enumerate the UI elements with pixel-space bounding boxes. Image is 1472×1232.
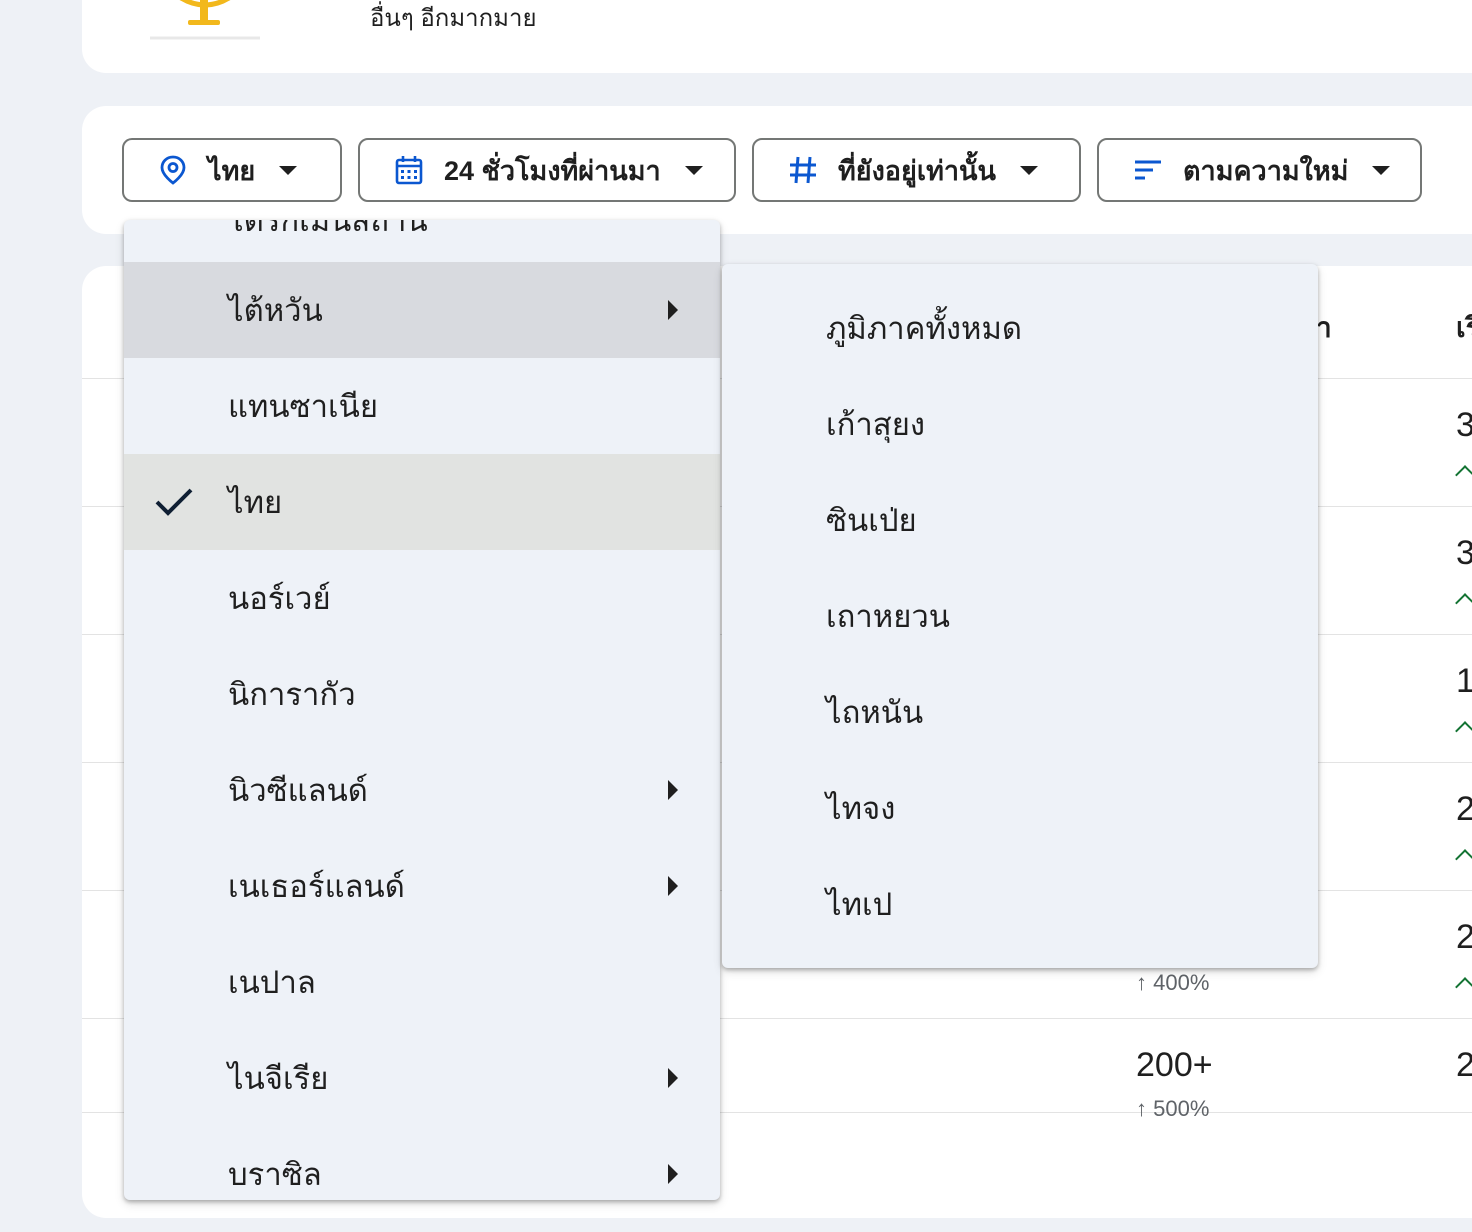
banner-text: อื่นๆ อีกมากมาย [370,5,537,32]
sort-icon [1133,155,1163,185]
trend-up-icon [1455,593,1472,613]
menu-item-brazil[interactable]: บราซิล [124,1126,720,1200]
globe-trophy-icon [150,0,260,40]
table-row-change: ↑ 500% [1136,1096,1210,1121]
chevron-down-icon [279,165,298,175]
submenu-arrow-icon [668,1068,678,1088]
time-filter-label: 24 ชั่วโมงที่ผ่านมา [444,155,661,186]
column-header-volume: า [1316,312,1332,343]
submenu-arrow-icon [668,300,678,320]
location-filter-chip[interactable]: ไทย [122,138,342,202]
trend-up-icon [1455,721,1472,741]
menu-item-label: เนเธอร์แลนด์ [228,869,405,904]
region-submenu: ภูมิภาคทั้งหมด เก้าสุยง ซินเป่ย เถาหยวน … [722,264,1318,968]
check-icon [155,488,193,516]
menu-item-new-zealand[interactable]: นิวซีแลนด์ [124,742,720,838]
location-menu: ไตรกิเมนิสถาน ไต้หวัน แทนซาเนีย ไทย นอร์… [124,220,720,1200]
trend-up-icon [1455,977,1472,997]
calendar-icon [394,155,424,185]
menu-item-label: ไตรกิเมนิสถาน [228,220,428,238]
menu-item-label: แทนซาเนีย [228,389,379,424]
trends-page: อื่นๆ อีกมากมาย ไทย 24 ชั่วโมงที่ผ่านมา [0,0,1472,1232]
submenu-item-label: ซินเป่ย [826,503,917,538]
menu-item-label: นิวซีแลนด์ [228,773,368,808]
submenu-arrow-icon [668,780,678,800]
table-row-started: 3 [1456,406,1472,444]
menu-item-label: ไต้หวัน [228,293,323,328]
status-filter-label: ที่ยังอยู่เท่านั้น [838,155,996,186]
submenu-item-label: ไทเป [826,887,893,922]
menu-item-partial[interactable]: ไตรกิเมนิสถาน [124,220,720,268]
status-filter-chip[interactable]: ที่ยังอยู่เท่านั้น [752,138,1081,202]
submenu-item-all-regions[interactable]: ภูมิภาคทั้งหมด [722,280,1318,376]
submenu-item-taoyuan[interactable]: เถาหยวน [722,568,1318,664]
banner-card [82,0,1472,73]
submenu-item-label: ไทจง [826,791,896,826]
menu-item-nepal[interactable]: เนปาล [124,934,720,1030]
sort-filter-label: ตามความใหม่ [1183,155,1349,186]
submenu-item-label: ภูมิภาคทั้งหมด [826,311,1023,346]
menu-item-netherlands[interactable]: เนเธอร์แลนด์ [124,838,720,934]
menu-item-label: ไนจีเรีย [228,1061,329,1096]
submenu-item-kaohsiung[interactable]: เก้าสุยง [722,376,1318,472]
menu-item-tanzania[interactable]: แทนซาเนีย [124,358,720,454]
table-row-started: 1 [1456,662,1472,700]
menu-item-nicaragua[interactable]: นิการากัว [124,646,720,742]
table-row-started: 2 [1456,790,1472,828]
menu-item-label: บราซิล [228,1157,322,1192]
menu-item-norway[interactable]: นอร์เวย์ [124,550,720,646]
menu-item-label: นิการากัว [228,677,356,712]
trend-up-icon [1455,849,1472,869]
column-header-started: เริ [1456,312,1472,343]
chevron-down-icon [1372,165,1391,175]
submenu-item-new-taipei[interactable]: ซินเป่ย [722,472,1318,568]
submenu-arrow-icon [668,1164,678,1184]
menu-item-label: นอร์เวย์ [228,581,331,616]
location-filter-label: ไทย [208,155,256,186]
submenu-item-tainan[interactable]: ไถหนัน [722,664,1318,760]
menu-item-label: ไทย [228,485,283,520]
menu-item-label: เนปาล [228,965,316,1000]
table-row-volume: 200+ [1136,1046,1213,1084]
submenu-item-taipei[interactable]: ไทเป [722,856,1318,952]
location-pin-icon [158,155,188,185]
submenu-item-taichung[interactable]: ไทจง [722,760,1318,856]
submenu-arrow-icon [668,876,678,896]
submenu-item-label: เก้าสุยง [826,407,925,442]
submenu-item-label: เถาหยวน [826,599,950,634]
table-row-started: 2 [1456,918,1472,956]
menu-item-thailand[interactable]: ไทย [124,454,720,550]
table-row-change: ↑ 400% [1136,970,1210,995]
time-filter-chip[interactable]: 24 ชั่วโมงที่ผ่านมา [358,138,736,202]
hashtag-icon [788,155,818,185]
table-row-started: 3 [1456,534,1472,572]
submenu-item-label: ไถหนัน [826,695,924,730]
chevron-down-icon [1019,165,1038,175]
trend-up-icon [1455,465,1472,485]
menu-item-taiwan[interactable]: ไต้หวัน [124,262,720,358]
chevron-down-icon [684,165,703,175]
menu-item-nigeria[interactable]: ไนจีเรีย [124,1030,720,1126]
table-row-started: 2 [1456,1046,1472,1084]
sort-filter-chip[interactable]: ตามความใหม่ [1097,138,1422,202]
